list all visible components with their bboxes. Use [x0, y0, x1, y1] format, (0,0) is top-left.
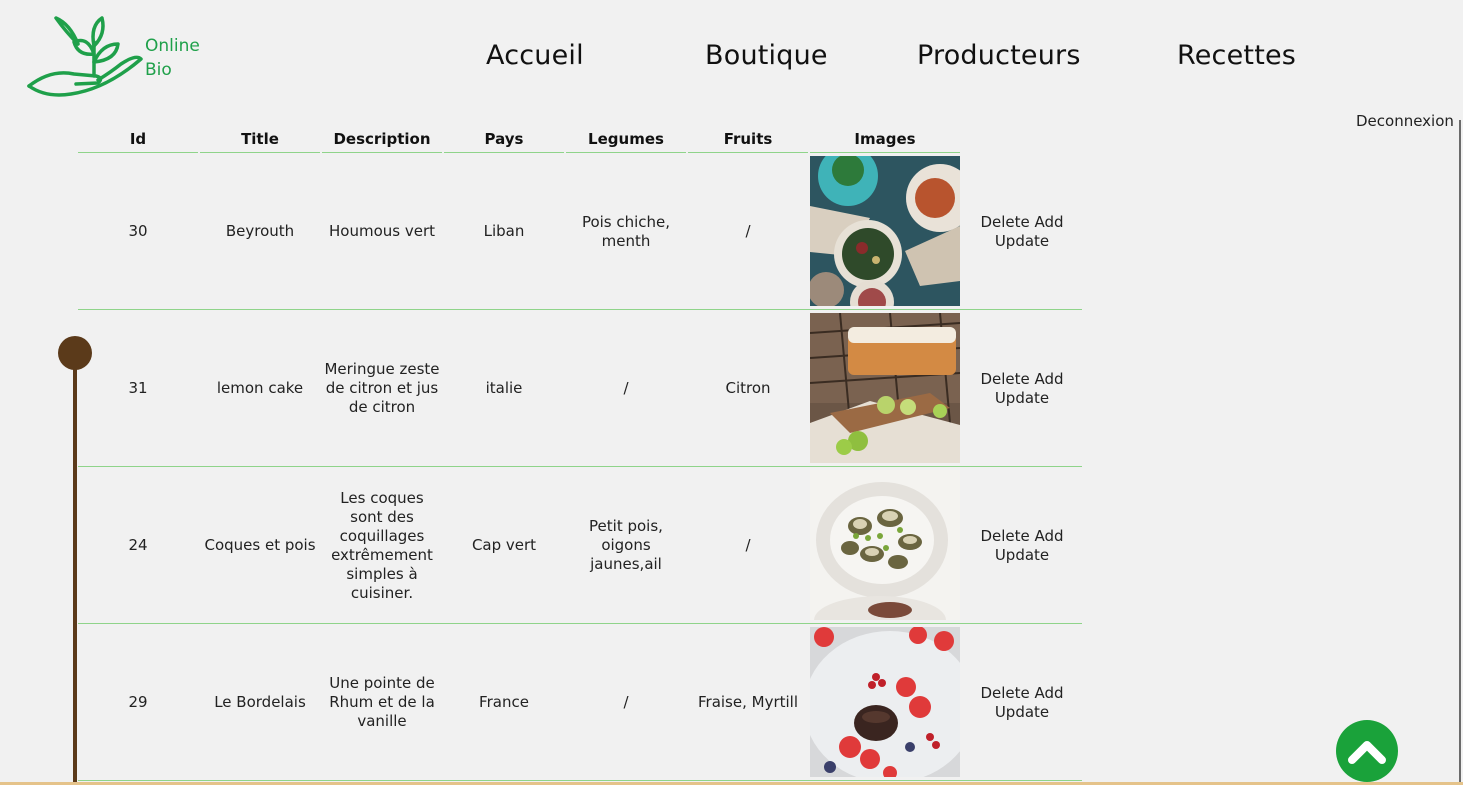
header-fruits: Fruits: [688, 126, 808, 153]
cell-id: 24: [128, 536, 148, 554]
header-pays: Pays: [444, 126, 564, 153]
page-right-divider: [1459, 120, 1461, 785]
update-button[interactable]: Update: [995, 546, 1049, 564]
add-button[interactable]: Add: [1035, 527, 1064, 545]
cell-fruits: Citron: [725, 379, 771, 397]
cell-description: Houmous vert: [329, 222, 435, 240]
cell-fruits: Fraise, Myrtill: [697, 693, 798, 711]
brand-line2: Bio: [145, 60, 172, 80]
row-actions: Delete Add Update: [962, 153, 1082, 310]
row-actions: Delete Add Update: [962, 624, 1082, 781]
header-title: Title: [200, 126, 320, 153]
cell-pays: Liban: [483, 222, 525, 240]
delete-button[interactable]: Delete: [980, 684, 1029, 702]
cell-description: Meringue zeste de citron et jus de citro…: [324, 360, 440, 416]
plant-in-hand-icon: [27, 16, 143, 97]
brand-logo[interactable]: Online Bio: [26, 14, 226, 100]
cell-title: Beyrouth: [225, 222, 295, 240]
row-actions: Delete Add Update: [962, 310, 1082, 467]
cell-title: Coques et pois: [204, 536, 316, 554]
nav-item-producteurs[interactable]: Producteurs: [917, 40, 1081, 71]
update-button[interactable]: Update: [995, 232, 1049, 250]
logout-link[interactable]: Deconnexion: [1356, 112, 1454, 130]
cell-title: Le Bordelais: [214, 693, 306, 711]
chevron-up-icon: [1348, 741, 1386, 764]
cell-legumes: /: [623, 379, 629, 397]
header-legumes: Legumes: [566, 126, 686, 153]
brand-line1: Online: [145, 36, 200, 56]
nav-item-boutique[interactable]: Boutique: [705, 40, 828, 71]
timeline-line: [73, 350, 77, 785]
cell-legumes: /: [623, 693, 629, 711]
update-button[interactable]: Update: [995, 703, 1049, 721]
cockles-peas-photo: [810, 470, 960, 620]
update-button[interactable]: Update: [995, 389, 1049, 407]
cell-id: 29: [128, 693, 148, 711]
delete-button[interactable]: Delete: [980, 527, 1029, 545]
nav-item-accueil[interactable]: Accueil: [486, 40, 584, 71]
header-id: Id: [78, 126, 198, 153]
cell-pays: Cap vert: [471, 536, 537, 554]
mezze-platter-photo: [810, 156, 960, 306]
cell-id: 30: [128, 222, 148, 240]
add-button[interactable]: Add: [1035, 213, 1064, 231]
delete-button[interactable]: Delete: [980, 370, 1029, 388]
scroll-top-button[interactable]: [1336, 720, 1398, 782]
cell-pays: italie: [485, 379, 523, 397]
add-button[interactable]: Add: [1035, 370, 1064, 388]
cell-id: 31: [128, 379, 148, 397]
lemon-cake-photo: [810, 313, 960, 463]
add-button[interactable]: Add: [1035, 684, 1064, 702]
cell-pays: France: [479, 693, 529, 711]
cell-description: Une pointe de Rhum et de la vanille: [329, 674, 435, 730]
cell-legumes: Pois chiche, menth: [581, 212, 671, 250]
cell-title: lemon cake: [216, 379, 304, 397]
row-divider: [78, 780, 1082, 781]
cell-description: Les coques sont des coquillages extrêmem…: [331, 488, 433, 602]
nav-item-recettes[interactable]: Recettes: [1177, 40, 1296, 71]
canele-berries-photo: [810, 627, 960, 777]
delete-button[interactable]: Delete: [980, 213, 1029, 231]
cell-fruits: /: [745, 536, 751, 554]
row-actions: Delete Add Update: [962, 467, 1082, 624]
brand-name: Online Bio: [145, 34, 200, 82]
header-images: Images: [810, 126, 960, 153]
cell-legumes: Petit pois, oigons jaunes,ail: [589, 517, 663, 573]
cell-fruits: /: [745, 222, 751, 240]
header-description: Description: [322, 126, 442, 153]
